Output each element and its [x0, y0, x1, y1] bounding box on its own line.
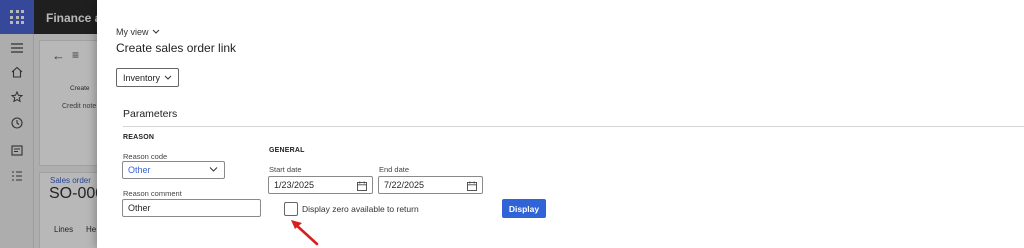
- general-group-title: GENERAL: [269, 147, 305, 154]
- left-navigation: [0, 34, 34, 248]
- my-view-dropdown[interactable]: My view: [116, 27, 160, 37]
- annotation-arrow-icon: [291, 220, 319, 246]
- start-date-input[interactable]: 1/23/2025: [268, 176, 373, 194]
- lines-icon[interactable]: ≡: [72, 48, 79, 62]
- inventory-button[interactable]: Inventory: [116, 68, 179, 87]
- parameters-heading[interactable]: Parameters: [123, 108, 177, 120]
- chevron-down-icon: [164, 75, 172, 80]
- menu-icon[interactable]: [8, 39, 26, 57]
- reason-comment-value: Other: [128, 203, 151, 213]
- start-date-label: Start date: [269, 165, 302, 174]
- create-label: Create: [70, 85, 90, 92]
- tab-header[interactable]: He: [86, 225, 96, 234]
- clock-icon[interactable]: [8, 114, 26, 132]
- inventory-button-label: Inventory: [122, 72, 161, 83]
- reason-code-value: Other: [128, 165, 151, 175]
- calendar-icon[interactable]: [467, 181, 477, 191]
- display-zero-checkbox[interactable]: [284, 202, 298, 216]
- calendar-icon[interactable]: [357, 181, 367, 191]
- chevron-down-icon: [209, 167, 218, 172]
- end-date-label: End date: [379, 165, 410, 174]
- list-icon[interactable]: [8, 167, 26, 185]
- sales-order-number: SO-000: [49, 185, 105, 202]
- tab-lines[interactable]: Lines: [54, 225, 73, 234]
- back-arrow-icon[interactable]: ←: [52, 48, 65, 63]
- reason-comment-input[interactable]: Other: [122, 199, 261, 217]
- my-view-label: My view: [116, 27, 149, 37]
- section-divider: [123, 126, 1024, 127]
- reason-code-select[interactable]: Other: [122, 161, 225, 179]
- home-icon[interactable]: [8, 63, 26, 81]
- reason-group-title: REASON: [123, 134, 155, 141]
- reason-comment-label: Reason comment: [123, 189, 182, 198]
- display-button[interactable]: Display: [502, 199, 546, 218]
- display-zero-label: Display zero available to return: [302, 204, 419, 214]
- start-date-value: 1/23/2025: [274, 180, 315, 190]
- dialog-title: Create sales order link: [116, 41, 237, 55]
- app-launcher-button[interactable]: [0, 0, 34, 34]
- star-icon[interactable]: [8, 88, 26, 106]
- parameters-section: Parameters REASON Reason code Other Reas…: [111, 100, 1024, 248]
- create-sales-order-link-dialog: My view Create sales order link Inventor…: [97, 0, 1024, 248]
- credit-note-button[interactable]: Credit note: [62, 103, 96, 110]
- reason-code-label: Reason code: [123, 152, 168, 161]
- workspace-icon[interactable]: [8, 141, 26, 159]
- chevron-down-icon: [152, 29, 159, 34]
- sales-order-title: Sales order: [50, 176, 91, 185]
- end-date-value: 7/22/2025: [384, 180, 425, 190]
- waffle-icon: [10, 10, 24, 24]
- end-date-input[interactable]: 7/22/2025: [378, 176, 483, 194]
